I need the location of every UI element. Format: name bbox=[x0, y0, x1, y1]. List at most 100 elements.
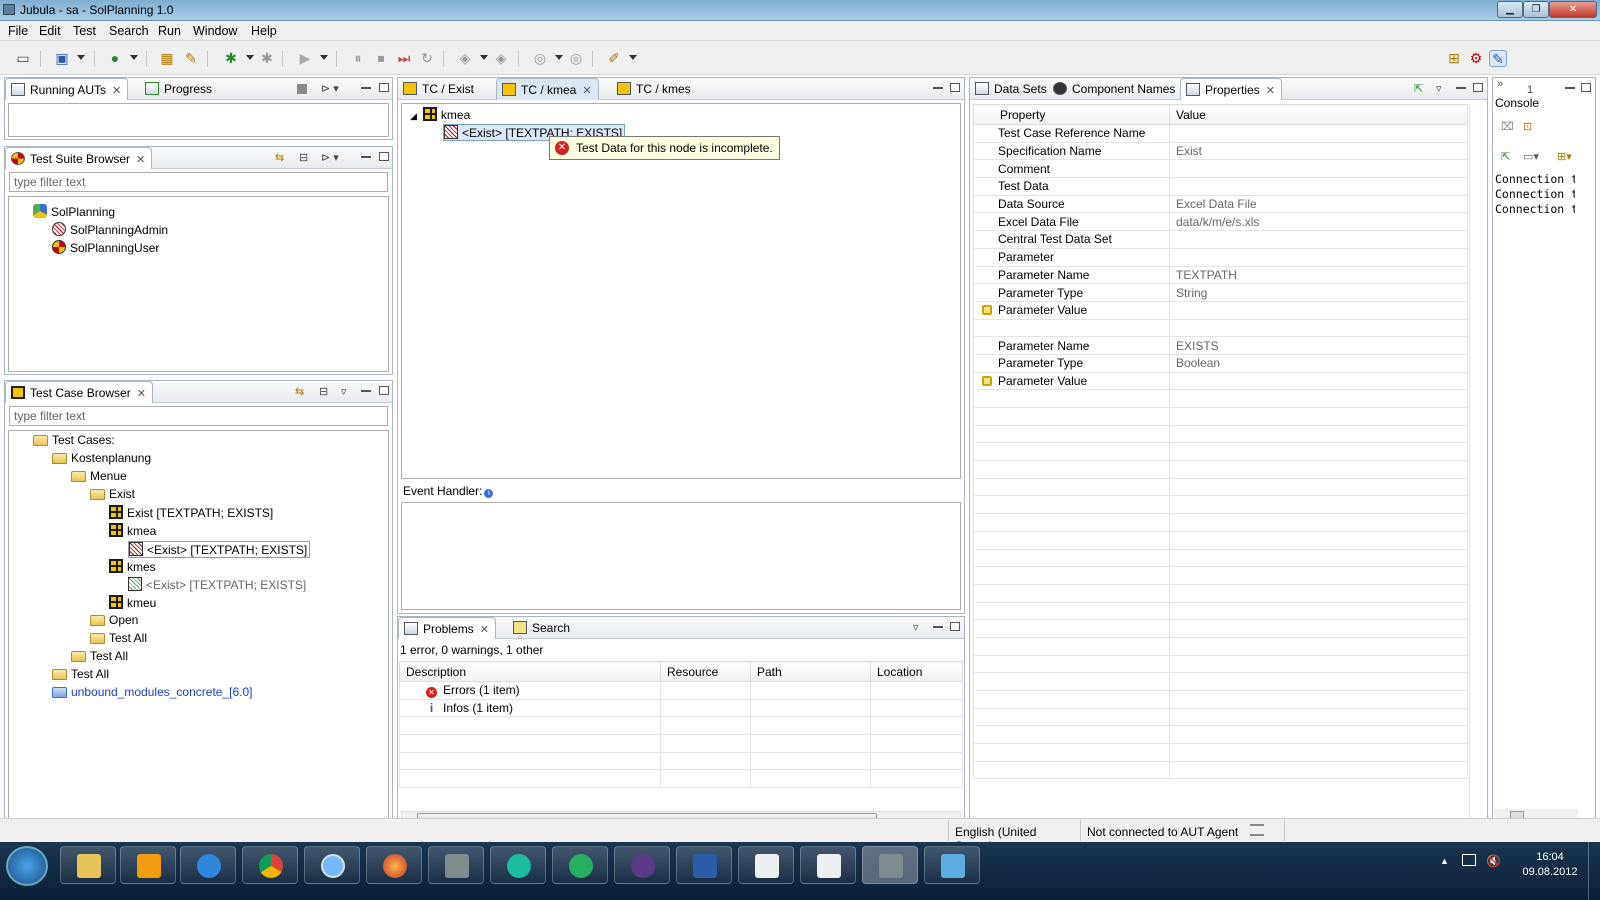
start-button[interactable] bbox=[6, 846, 48, 886]
minimize-button[interactable]: ▁ bbox=[1497, 1, 1523, 18]
edit-icon[interactable]: ✎ bbox=[182, 50, 200, 67]
table-row[interactable]: ✕ Errors (1 item) bbox=[399, 681, 963, 700]
save-all-icon[interactable]: ▣ bbox=[53, 50, 71, 67]
property-value[interactable] bbox=[1169, 371, 1468, 391]
observe-icon[interactable]: ◎ bbox=[567, 50, 585, 67]
property-value[interactable] bbox=[1169, 318, 1468, 338]
suite-filter-input[interactable]: type filter text bbox=[9, 172, 388, 192]
expand-icon[interactable]: ◢ bbox=[410, 111, 417, 121]
close-window-button[interactable]: ✕ bbox=[1549, 1, 1597, 18]
property-row[interactable] bbox=[973, 318, 1468, 338]
collapse-all-icon[interactable]: ⊟ bbox=[319, 385, 328, 398]
tab-count[interactable]: 1 bbox=[1527, 84, 1533, 96]
property-value[interactable] bbox=[1169, 159, 1468, 179]
close-icon[interactable]: ✕ bbox=[137, 388, 146, 400]
map-icon[interactable]: ◈ bbox=[456, 50, 474, 67]
tab-tc-kmes[interactable]: TC / kmes bbox=[612, 78, 697, 100]
property-row[interactable]: Parameter bbox=[973, 247, 1468, 267]
tree-node[interactable]: Test All bbox=[90, 631, 147, 645]
tree-node[interactable]: SolPlanning bbox=[33, 204, 115, 219]
tray-expand-icon[interactable]: ▲ bbox=[1440, 856, 1449, 866]
tab-problems[interactable]: Problems ✕ bbox=[398, 617, 496, 639]
app-taskbar-button[interactable] bbox=[924, 846, 980, 884]
property-value[interactable] bbox=[1169, 177, 1468, 196]
tree-node[interactable]: Test All bbox=[52, 667, 109, 681]
clock[interactable]: 16:04 09.08.2012 bbox=[1520, 850, 1580, 880]
property-row[interactable]: Parameter Name TEXTPATH bbox=[973, 265, 1468, 285]
connect-icon[interactable]: ✱ bbox=[222, 50, 240, 67]
media-taskbar-button[interactable] bbox=[120, 846, 176, 884]
minimize-view-icon[interactable] bbox=[361, 390, 371, 392]
stop-icon[interactable] bbox=[297, 84, 307, 94]
tree-node[interactable]: kmeu bbox=[109, 595, 156, 610]
tree-node[interactable]: SolPlanningUser bbox=[52, 240, 159, 255]
col-description[interactable]: Description bbox=[399, 661, 661, 682]
minimize-view-icon[interactable] bbox=[361, 156, 371, 158]
jubula-taskbar-button[interactable] bbox=[862, 846, 918, 884]
resume-icon[interactable]: ↻ bbox=[418, 50, 436, 67]
tab-component-names[interactable]: Component Names bbox=[1048, 78, 1181, 100]
volume-icon[interactable]: 🔇 bbox=[1486, 854, 1501, 868]
view-menu-icon[interactable]: ▿ bbox=[913, 621, 919, 634]
property-value[interactable]: Exist bbox=[1169, 141, 1468, 161]
property-value[interactable]: data/k/m/e/s.xls bbox=[1169, 212, 1468, 232]
property-value[interactable]: String bbox=[1169, 283, 1468, 302]
property-value[interactable] bbox=[1169, 300, 1468, 320]
pin-icon[interactable]: ⇱ bbox=[1414, 82, 1423, 95]
table-row[interactable]: i Infos (1 item) bbox=[399, 698, 963, 718]
menu-file[interactable]: File bbox=[8, 24, 28, 38]
minimize-view-icon[interactable] bbox=[1456, 87, 1466, 89]
property-value[interactable] bbox=[1169, 230, 1468, 249]
property-row[interactable]: Test Data bbox=[973, 177, 1468, 196]
run-menu-icon[interactable]: ⊳ ▾ bbox=[321, 151, 339, 164]
safari-taskbar-button[interactable] bbox=[304, 846, 360, 884]
tree-node[interactable]: Kostenplanung bbox=[52, 451, 151, 465]
show-desktop-button[interactable] bbox=[1588, 842, 1600, 900]
app-taskbar-button[interactable] bbox=[552, 846, 608, 884]
console-title[interactable]: Console bbox=[1495, 96, 1539, 110]
property-row[interactable]: Central Test Data Set bbox=[973, 230, 1468, 249]
open-console-icon[interactable]: ⊞▾ bbox=[1557, 150, 1572, 163]
tool-icon[interactable]: ✐ bbox=[605, 50, 623, 67]
tab-search[interactable]: Search bbox=[508, 617, 576, 639]
property-value[interactable] bbox=[1169, 247, 1468, 267]
property-value[interactable]: EXISTS bbox=[1169, 336, 1468, 355]
tab-tc-exist[interactable]: TC / Exist bbox=[398, 78, 480, 100]
property-value[interactable] bbox=[1169, 124, 1468, 143]
maximize-view-icon[interactable] bbox=[379, 386, 389, 395]
open-perspective-icon[interactable]: ⊞ bbox=[1445, 50, 1463, 67]
object-map-icon[interactable]: ◈ bbox=[492, 50, 510, 67]
property-row[interactable]: Parameter Value bbox=[973, 300, 1468, 320]
run-icon[interactable]: ▶ bbox=[296, 50, 314, 67]
pin-console-icon[interactable]: ⇱ bbox=[1501, 150, 1510, 163]
maximize-view-icon[interactable] bbox=[950, 83, 960, 92]
property-row[interactable]: Data Source Excel Data File bbox=[973, 194, 1468, 214]
execution-perspective-icon[interactable]: ⚙ bbox=[1467, 50, 1485, 67]
app-taskbar-button[interactable] bbox=[428, 846, 484, 884]
spec-perspective-icon[interactable]: ✎ bbox=[1489, 50, 1507, 67]
tree-node[interactable]: <Exist> [TEXTPATH; EXISTS] bbox=[128, 577, 306, 592]
property-value[interactable]: Excel Data File bbox=[1169, 194, 1468, 214]
close-icon[interactable]: ✕ bbox=[112, 85, 121, 97]
java-taskbar-button[interactable] bbox=[800, 846, 856, 884]
tab-data-sets[interactable]: Data Sets bbox=[970, 78, 1053, 100]
view-menu-icon[interactable]: ▿ bbox=[341, 385, 347, 398]
disconnect-icon[interactable]: ✱ bbox=[258, 50, 276, 67]
property-row[interactable]: Parameter Type String bbox=[973, 283, 1468, 302]
property-value[interactable]: Boolean bbox=[1169, 353, 1468, 373]
property-row[interactable]: Specification Name Exist bbox=[973, 141, 1468, 161]
menu-help[interactable]: Help bbox=[251, 24, 277, 38]
overflow-icon[interactable]: » bbox=[1497, 78, 1503, 90]
menu-run[interactable]: Run bbox=[158, 24, 181, 38]
event-handler-area[interactable] bbox=[401, 502, 961, 610]
app-taskbar-button[interactable] bbox=[490, 846, 546, 884]
tree-node[interactable]: Open bbox=[90, 613, 138, 627]
menu-test[interactable]: Test bbox=[73, 24, 96, 38]
minimize-view-icon[interactable] bbox=[361, 87, 371, 89]
powershell-taskbar-button[interactable] bbox=[676, 846, 732, 884]
col-resource[interactable]: Resource bbox=[660, 661, 751, 682]
firefox-taskbar-button[interactable] bbox=[366, 846, 422, 884]
link-editor-icon[interactable]: ⇆ bbox=[275, 151, 284, 164]
explorer-taskbar-button[interactable] bbox=[60, 846, 116, 884]
case-filter-input[interactable]: type filter text bbox=[9, 406, 388, 426]
